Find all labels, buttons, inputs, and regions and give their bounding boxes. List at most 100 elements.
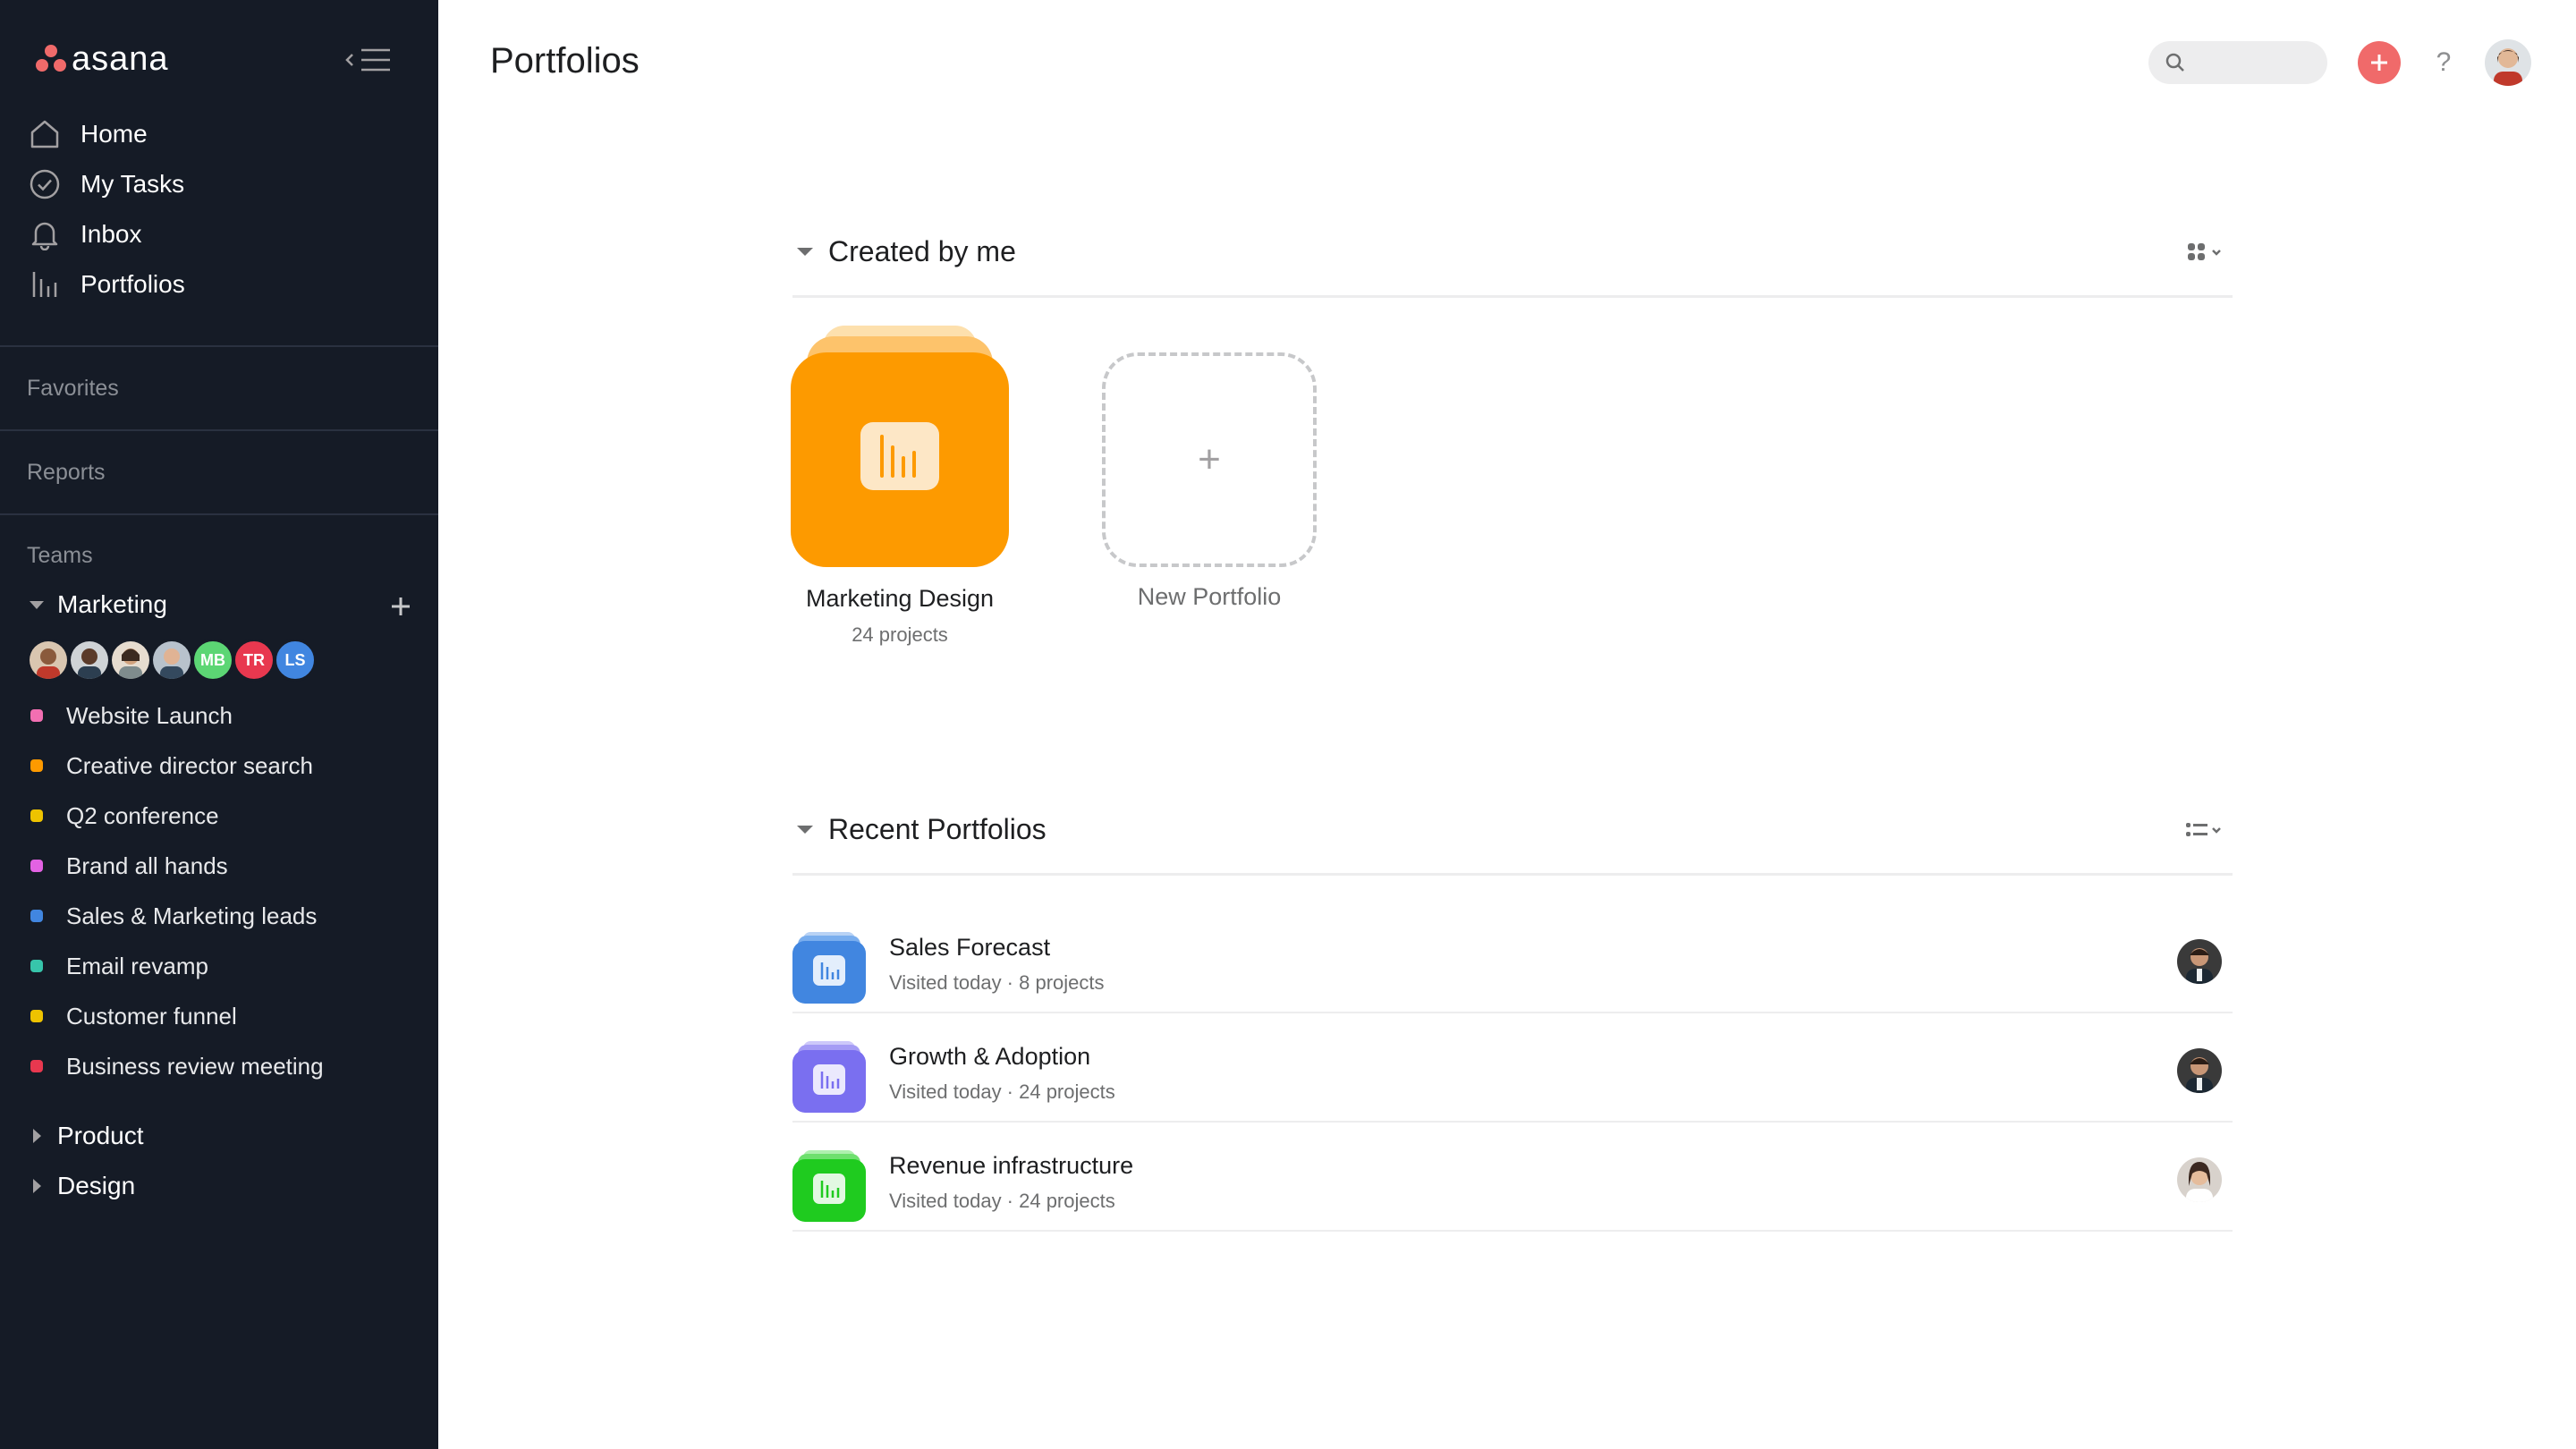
avatar-initials-text: MB (200, 650, 225, 669)
project-name: Website Launch (66, 701, 233, 729)
plus-icon (392, 597, 410, 615)
avatar-initials[interactable]: LS (274, 639, 317, 682)
portfolio-name: Revenue infrastructure (889, 1152, 1134, 1179)
sidebar-project[interactable]: Brand all hands (30, 848, 406, 884)
avatar[interactable] (27, 639, 70, 682)
help-button[interactable]: ? (2426, 43, 2462, 82)
list-view-icon (2186, 823, 2221, 836)
project-color-dot (30, 1060, 43, 1072)
project-color-dot (30, 709, 43, 722)
caret-down-icon[interactable] (792, 817, 818, 842)
nav-my-tasks[interactable]: My Tasks (27, 163, 402, 206)
nav-inbox-label: Inbox (80, 220, 142, 248)
caret-down-icon (27, 595, 47, 614)
list-item[interactable]: Revenue infrastructure Visited today · 2… (792, 1120, 2233, 1227)
list-view-toggle[interactable] (2179, 814, 2233, 846)
home-icon (27, 116, 63, 152)
portfolio-meta: Visited today · 24 projects (889, 1080, 1115, 1103)
team-name: Marketing (57, 590, 167, 618)
caret-right-icon (27, 1176, 47, 1196)
teams-label[interactable]: Teams (27, 543, 93, 569)
section-divider (792, 873, 2233, 876)
team-name: Product (57, 1122, 144, 1149)
owner-avatar[interactable] (2177, 939, 2222, 984)
user-avatar[interactable] (2485, 39, 2531, 86)
check-circle-icon (27, 166, 63, 202)
project-name: Customer funnel (66, 1002, 237, 1030)
portfolio-tile[interactable] (791, 326, 1009, 567)
team-name: Design (57, 1172, 136, 1199)
new-portfolio-button[interactable]: + (1102, 352, 1317, 567)
team-marketing[interactable]: Marketing (27, 587, 415, 623)
portfolio-tile-icon (791, 326, 1009, 567)
asana-logo-icon (36, 45, 66, 73)
nav-portfolios-label: Portfolios (80, 270, 185, 298)
project-name: Q2 conference (66, 801, 219, 829)
nav-portfolios[interactable]: Portfolios (27, 263, 402, 306)
avatar-initials[interactable]: MB (191, 639, 234, 682)
created-by-me-header: Created by me (792, 229, 2233, 274)
section-title: Created by me (828, 234, 1016, 267)
project-color-dot (30, 910, 43, 922)
sidebar-project[interactable]: Customer funnel (30, 998, 406, 1034)
sidebar-project[interactable]: Sales & Marketing leads (30, 898, 406, 934)
nav-inbox[interactable]: Inbox (27, 213, 402, 256)
portfolio-meta: Visited today · 24 projects (889, 1190, 1115, 1212)
portfolio-name[interactable]: Marketing Design (755, 585, 1045, 613)
sidebar-divider (0, 513, 438, 515)
grid-view-toggle[interactable] (2179, 236, 2233, 268)
project-name: Email revamp (66, 952, 208, 979)
favorites-label[interactable]: Favorites (27, 376, 119, 402)
nav-home-label: Home (80, 120, 148, 148)
project-name: Creative director search (66, 751, 313, 779)
nav-home[interactable]: Home (27, 113, 402, 156)
list-item[interactable]: Growth & Adoption Visited today · 24 pro… (792, 1011, 2233, 1118)
sidebar-project[interactable]: Creative director search (30, 748, 406, 784)
project-name: Brand all hands (66, 852, 228, 879)
plus-icon: + (1198, 437, 1221, 481)
search-input[interactable] (2148, 41, 2327, 84)
section-divider (792, 295, 2233, 298)
logo-text: asana (72, 39, 169, 78)
avatar[interactable] (150, 639, 193, 682)
project-color-dot (30, 960, 43, 972)
portfolio-name: Growth & Adoption (889, 1043, 1091, 1070)
quick-add-button[interactable] (2358, 41, 2401, 84)
avatar[interactable] (68, 639, 111, 682)
reports-label[interactable]: Reports (27, 460, 106, 486)
plus-icon (2371, 55, 2387, 71)
project-name: Business review meeting (66, 1052, 324, 1080)
owner-avatar[interactable] (2177, 1157, 2222, 1202)
sidebar-project[interactable]: Website Launch (30, 698, 406, 733)
list-item[interactable]: Sales Forecast Visited today · 8 project… (792, 902, 2233, 1009)
portfolio-icon (792, 1138, 866, 1222)
project-color-dot (30, 759, 43, 772)
collapse-sidebar-button[interactable] (343, 43, 395, 77)
team-product[interactable]: Product (27, 1118, 415, 1154)
asana-logo[interactable]: asana (36, 39, 169, 78)
project-color-dot (30, 809, 43, 822)
recent-portfolios-header: Recent Portfolios (792, 807, 2233, 852)
avatar[interactable] (109, 639, 152, 682)
new-portfolio-label[interactable]: New Portfolio (1066, 583, 1352, 611)
avatar-initials[interactable]: TR (233, 639, 275, 682)
sidebar-project[interactable]: Q2 conference (30, 798, 406, 834)
portfolio-meta: Visited today · 8 projects (889, 971, 1105, 994)
portfolio-project-count: 24 projects (852, 623, 948, 646)
avatar-initials-text: LS (284, 650, 306, 669)
search-icon (2165, 52, 2186, 73)
sidebar-project[interactable]: Business review meeting (30, 1048, 406, 1084)
project-name: Sales & Marketing leads (66, 902, 318, 929)
project-color-dot (30, 860, 43, 872)
grid-view-icon (2188, 243, 2221, 260)
portfolio-icon (792, 1029, 866, 1113)
owner-avatar[interactable] (2177, 1048, 2222, 1093)
team-design[interactable]: Design (27, 1168, 415, 1204)
add-project-button[interactable] (385, 590, 417, 623)
avatar-initials-text: TR (243, 650, 265, 669)
collapse-menu-icon (345, 48, 390, 72)
sidebar-project[interactable]: Email revamp (30, 948, 406, 984)
caret-down-icon[interactable] (792, 239, 818, 264)
sidebar-divider (0, 345, 438, 347)
section-title: Recent Portfolios (828, 812, 1046, 845)
